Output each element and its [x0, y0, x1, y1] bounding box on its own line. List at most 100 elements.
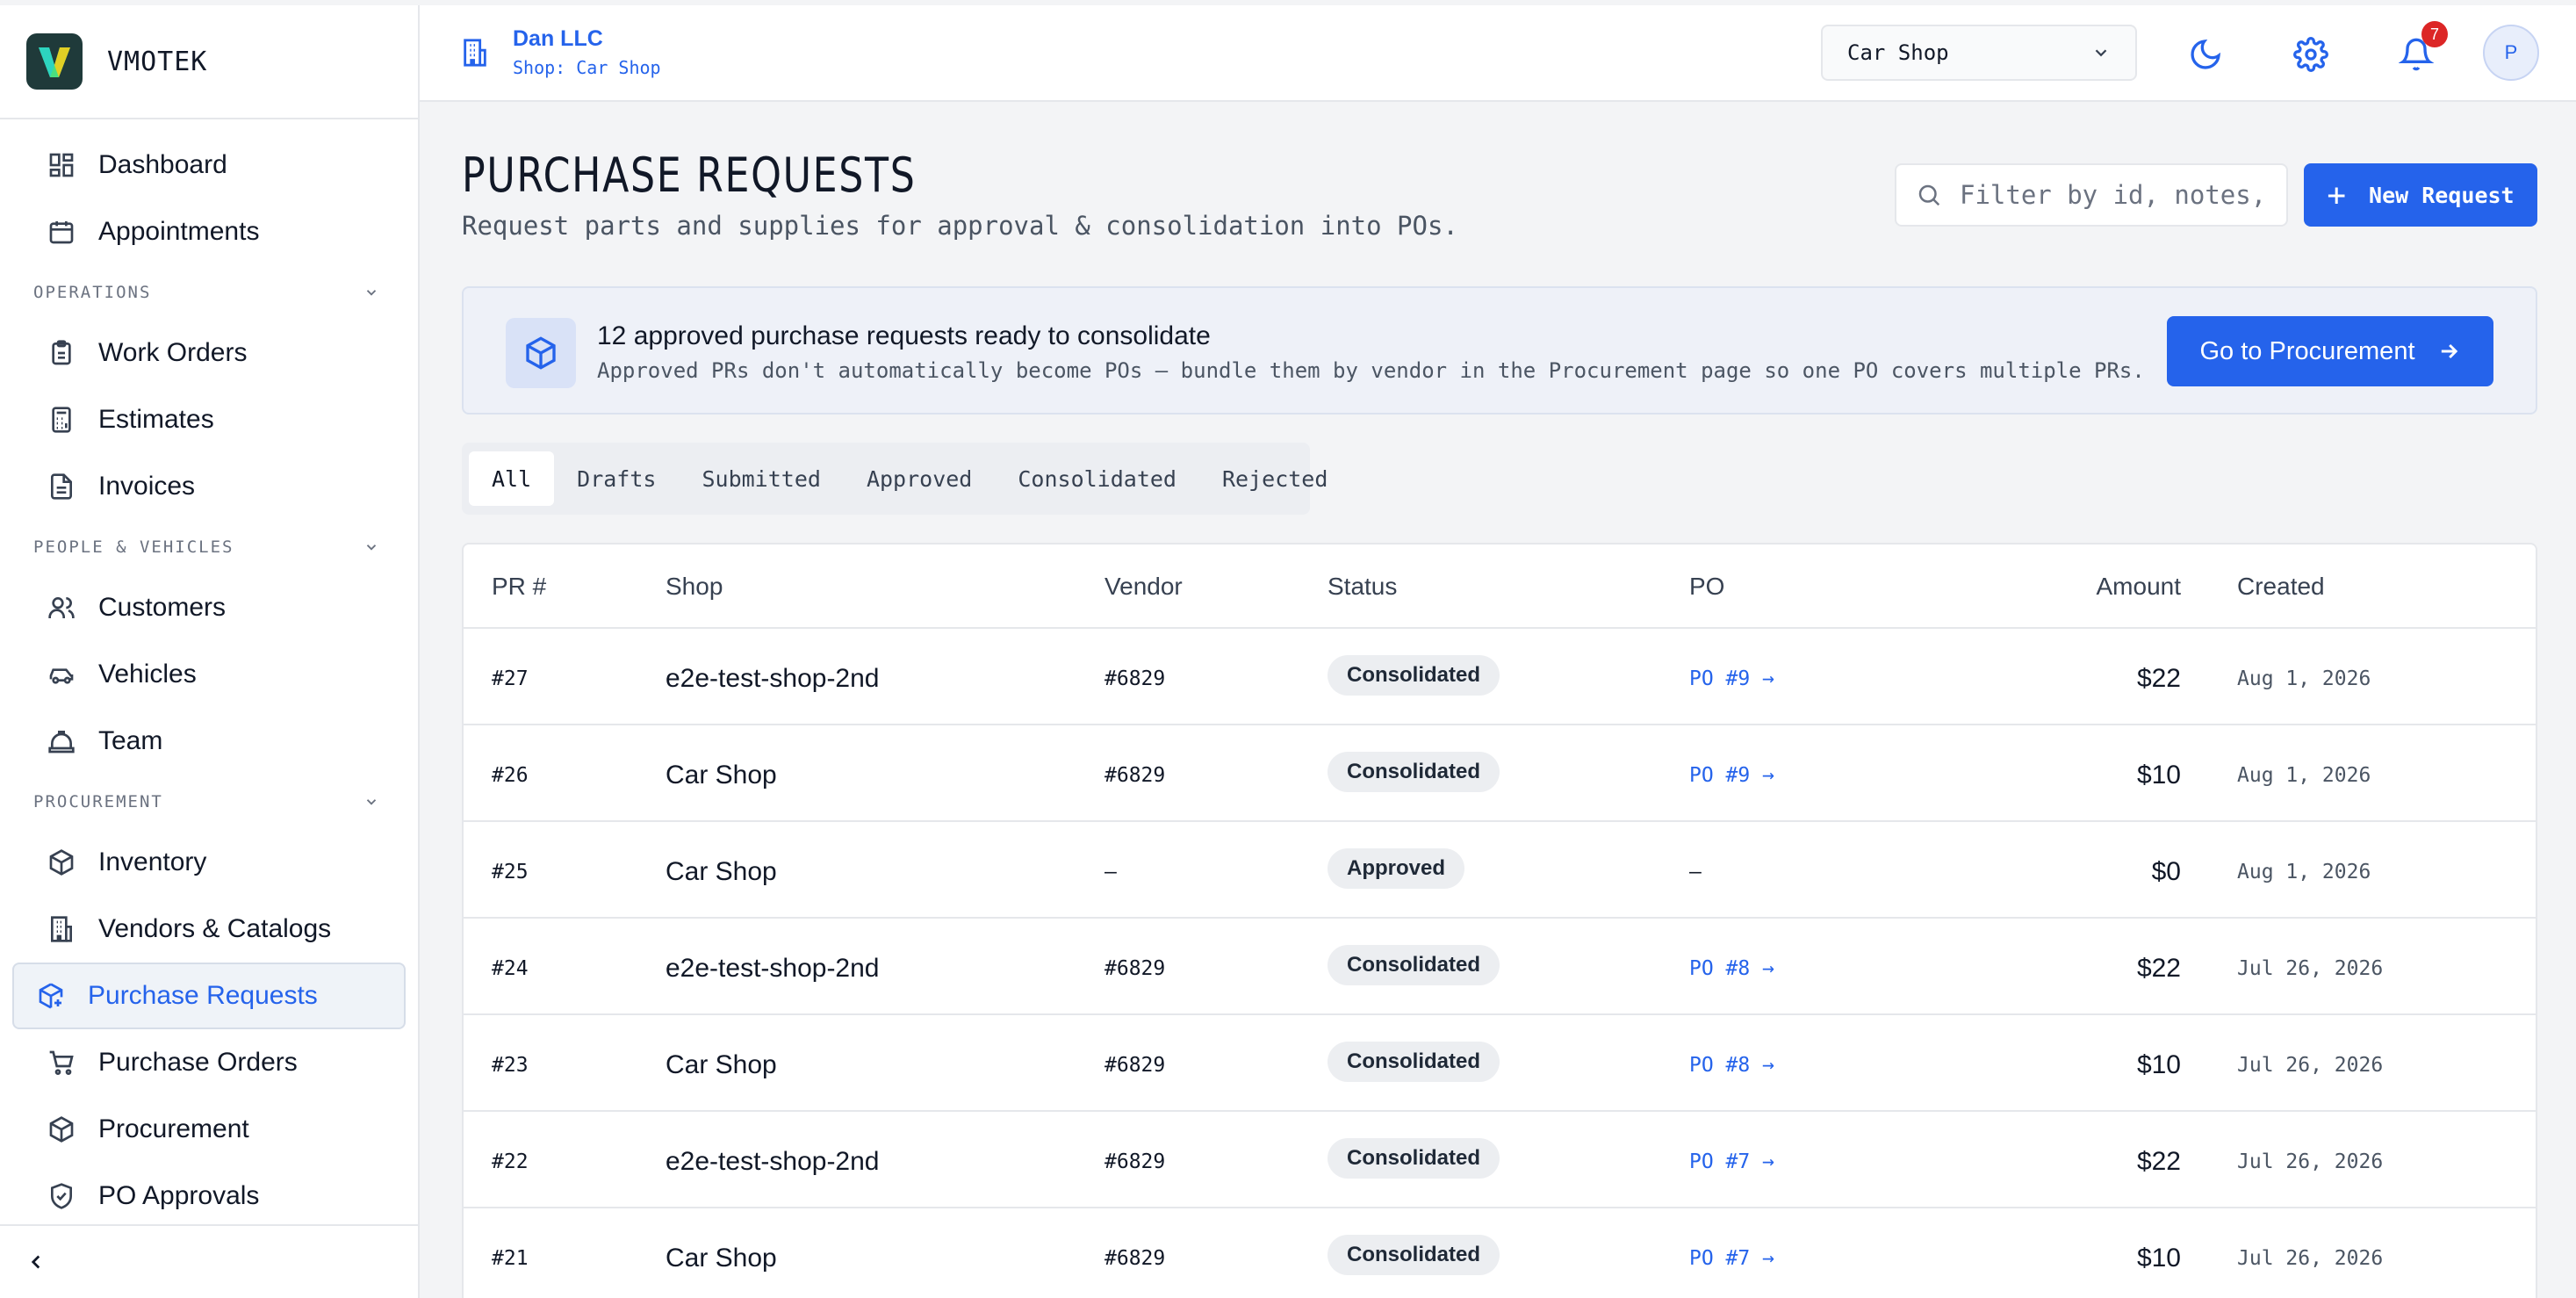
sidebar-item-purchase-requests[interactable]: Purchase Requests	[12, 963, 406, 1029]
org-shop: Shop: Car Shop	[513, 57, 661, 78]
section-title: PROCUREMENT	[33, 792, 163, 811]
shop-select[interactable]: Car Shop	[1821, 25, 2137, 81]
table-row[interactable]: #26 Car Shop #6829 Consolidated PO #9 → $10 Au…	[464, 725, 2536, 822]
sidebar-item-label: Estimates	[98, 405, 214, 434]
sidebar-item-estimates[interactable]: Estimates	[12, 386, 406, 453]
tab-approved[interactable]: Approved	[844, 451, 995, 506]
sidebar-item-team[interactable]: Team	[12, 708, 406, 775]
sidebar-section-operations[interactable]: OPERATIONS	[0, 265, 418, 320]
cell-vendor: #6829	[1105, 1054, 1166, 1077]
go-to-procurement-button[interactable]: Go to Procurement	[2167, 316, 2493, 386]
brand-logo	[26, 33, 83, 90]
cell-created: Jul 26, 2026	[2237, 1054, 2384, 1077]
sidebar-item-label: Inventory	[98, 847, 207, 876]
tab-drafts[interactable]: Drafts	[554, 451, 679, 506]
cell-vendor: #6829	[1105, 764, 1166, 787]
header-vendor[interactable]: Vendor	[1105, 573, 1183, 601]
header-pr[interactable]: PR #	[492, 573, 546, 601]
cell-created: Jul 26, 2026	[2237, 957, 2384, 980]
sidebar-item-vehicles[interactable]: Vehicles	[12, 641, 406, 708]
car-icon	[49, 668, 74, 684]
status-badge: Consolidated	[1328, 1042, 1500, 1082]
cell-pr: #27	[492, 667, 529, 690]
sidebar-item-label: Invoices	[98, 472, 196, 501]
sidebar-section-procurement[interactable]: PROCUREMENT	[0, 775, 418, 829]
sidebar-item-purchase-orders[interactable]: Purchase Orders	[12, 1029, 406, 1096]
cell-amount: $22	[2136, 1147, 2181, 1176]
dashboard-icon	[49, 153, 74, 177]
cell-pr: #26	[492, 764, 529, 787]
table-row[interactable]: #21 Car Shop #6829 Consolidated PO #7 → $10 Ju…	[464, 1208, 2536, 1298]
table-row[interactable]: #24 e2e-test-shop-2nd #6829 Consolidated PO …	[464, 919, 2536, 1015]
notification-badge: 7	[2421, 21, 2448, 47]
cell-po-link[interactable]: PO #8 →	[1689, 957, 1774, 980]
table-row[interactable]: #25 Car Shop – Approved — $0 Aug 1, 2026	[464, 822, 2536, 919]
sidebar-item-procurement[interactable]: Procurement	[12, 1096, 406, 1163]
org-switcher[interactable]: Dan LLC Shop: Car Shop	[460, 26, 661, 78]
sidebar-item-dashboard[interactable]: Dashboard	[12, 132, 406, 198]
sidebar-item-customers[interactable]: Customers	[12, 574, 406, 641]
brand[interactable]: VMOTEK	[0, 5, 418, 119]
cell-shop: Car Shop	[666, 761, 777, 790]
sidebar-item-label: Work Orders	[98, 338, 248, 367]
tab-consolidated[interactable]: Consolidated	[995, 451, 1199, 506]
sidebar-collapse-button[interactable]	[0, 1224, 418, 1298]
table-row[interactable]: #22 e2e-test-shop-2nd #6829 Consolidated PO …	[464, 1112, 2536, 1208]
file-icon	[51, 473, 72, 500]
sidebar-item-label: Purchase Requests	[88, 981, 318, 1010]
status-badge: Consolidated	[1328, 945, 1500, 985]
sidebar-nav: Dashboard Appointments OPERATIONS Work O…	[0, 119, 418, 1229]
cell-created: Jul 26, 2026	[2237, 1150, 2384, 1173]
sidebar-item-label: Dashboard	[98, 150, 227, 179]
table-row[interactable]: #27 e2e-test-shop-2nd #6829 Consolidated PO …	[464, 629, 2536, 725]
header-amount[interactable]: Amount	[2097, 573, 2182, 601]
sidebar-item-appointments[interactable]: Appointments	[12, 198, 406, 265]
tab-submitted[interactable]: Submitted	[679, 451, 843, 506]
cell-amount: $0	[2151, 857, 2181, 886]
cell-shop: e2e-test-shop-2nd	[666, 664, 880, 693]
new-request-button[interactable]: + New Request	[2304, 163, 2537, 227]
plus-icon: +	[2327, 177, 2347, 213]
header-shop[interactable]: Shop	[666, 573, 723, 601]
cell-po-link[interactable]: PO #9 →	[1689, 667, 1774, 690]
cell-shop: e2e-test-shop-2nd	[666, 1147, 880, 1176]
tab-all[interactable]: All	[469, 451, 555, 506]
header-created[interactable]: Created	[2237, 573, 2325, 601]
filter-input[interactable]: Filter by id, notes, ...	[1895, 163, 2288, 227]
cell-pr: #23	[492, 1054, 529, 1077]
moon-icon[interactable]	[2188, 37, 2223, 72]
cell-po-link[interactable]: PO #7 →	[1689, 1247, 1774, 1270]
sidebar-item-work-orders[interactable]: Work Orders	[12, 320, 406, 386]
sidebar-item-po-approvals[interactable]: PO Approvals	[12, 1163, 406, 1229]
cell-amount: $10	[2136, 761, 2181, 790]
sidebar-section-people-vehicles[interactable]: PEOPLE & VEHICLES	[0, 520, 418, 574]
gear-icon[interactable]	[2293, 37, 2328, 72]
cell-shop: Car Shop	[666, 857, 777, 886]
cell-po-link[interactable]: PO #9 →	[1689, 764, 1774, 787]
sidebar-item-invoices[interactable]: Invoices	[12, 453, 406, 520]
package-icon	[49, 1116, 74, 1143]
calendar-icon	[49, 221, 74, 244]
header-status[interactable]: Status	[1328, 573, 1397, 601]
chevron-down-icon	[366, 799, 377, 805]
table-row[interactable]: #23 Car Shop #6829 Consolidated PO #8 → $10 Ju…	[464, 1015, 2536, 1112]
cell-po-link[interactable]: PO #8 →	[1689, 1054, 1774, 1077]
package-plus-icon	[39, 983, 63, 1009]
shop-select-value: Car Shop	[1847, 40, 1949, 65]
page-subtitle: Request parts and supplies for approval …	[462, 211, 1458, 241]
sidebar-item-vendors-catalogs[interactable]: Vendors & Catalogs	[12, 896, 406, 963]
tab-rejected[interactable]: Rejected	[1199, 451, 1350, 506]
cart-icon	[49, 1050, 74, 1075]
page-title: PURCHASE REQUESTS	[462, 148, 917, 203]
chevron-down-icon	[366, 544, 377, 551]
cell-po-link[interactable]: PO #7 →	[1689, 1150, 1774, 1173]
sidebar-item-inventory[interactable]: Inventory	[12, 829, 406, 896]
avatar[interactable]: P	[2483, 25, 2539, 81]
hardhat-icon	[48, 731, 75, 754]
package-icon	[506, 318, 576, 388]
header-po[interactable]: PO	[1689, 573, 1724, 601]
cell-vendor: #6829	[1105, 1247, 1166, 1270]
chevron-down-icon	[366, 290, 377, 296]
status-badge: Consolidated	[1328, 1138, 1500, 1179]
cell-amount: $10	[2136, 1050, 2181, 1079]
